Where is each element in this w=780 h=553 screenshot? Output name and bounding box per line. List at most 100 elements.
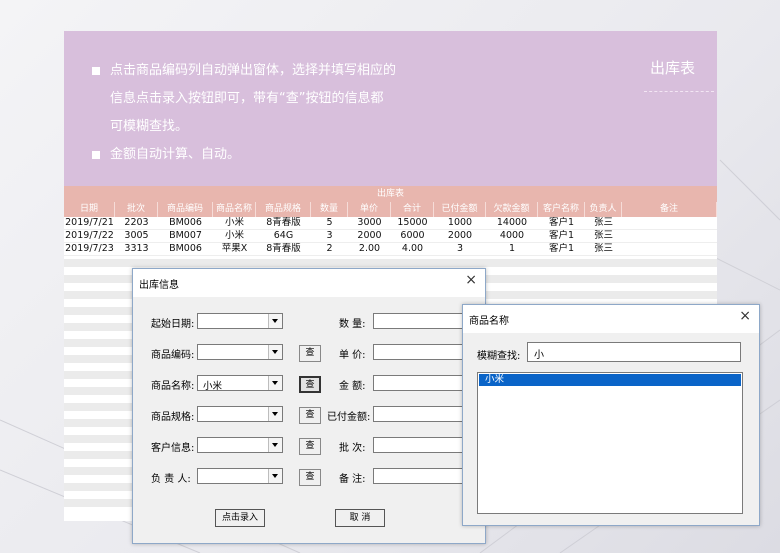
dialog-body: 点击录入 取 消 起始日期: 商品编码: 查商品名称: 小米查商品规格: 查客户信息: 查… [133,297,485,543]
lookup-body: 模糊查找: 小 小米 [463,333,759,525]
table-row[interactable]: 2019/7/22 3005 BM007 小米 64G 3 2000 6000 2000 4000… [64,230,717,243]
list-item-selected[interactable]: 小米 [479,374,741,386]
table-cell[interactable] [622,217,717,229]
table-cell[interactable] [622,230,717,242]
column-header[interactable]: 日期 [64,202,115,217]
table-cell[interactable]: 2203 [115,217,158,229]
chevron-down-icon[interactable] [268,314,282,328]
table-cell[interactable]: 5 [311,217,348,229]
table-cell[interactable]: 4000 [486,230,538,242]
table-cell[interactable]: BM006 [158,243,213,255]
table-cell[interactable] [622,243,717,255]
combo-box[interactable] [197,313,283,329]
column-header[interactable]: 商品名称 [213,202,256,217]
combo-box[interactable] [197,437,283,453]
instruction-line: 信息点击录入按钮即可，带有“查”按钮的信息都 [92,85,422,113]
table-cell[interactable]: BM007 [158,230,213,242]
results-list[interactable]: 小米 [477,372,743,514]
search-button[interactable]: 查 [299,438,321,455]
table-cell[interactable]: 3 [311,230,348,242]
table-body: 2019/7/21 2203 BM006 小米 8青春版 5 3000 15000 1000 14… [64,217,717,256]
table-cell[interactable]: 14000 [486,217,538,229]
table-cell[interactable]: 小米 [213,217,256,229]
table-cell[interactable]: 客户1 [538,230,585,242]
lookup-title: 商品名称 [469,316,509,327]
table-cell[interactable]: 客户1 [538,217,585,229]
chevron-down-icon[interactable] [268,345,282,359]
field-label: 商品规格: [151,412,195,423]
table-cell[interactable]: 小米 [213,230,256,242]
table-cell[interactable]: 3313 [115,243,158,255]
column-header[interactable]: 商品规格 [256,202,311,217]
instruction-text: 点击商品编码列自动弹出窗体，选择并填写相应的 [110,63,397,78]
table-cell[interactable]: 2019/7/22 [64,230,115,242]
instruction-text: 信息点击录入按钮即可，带有“查”按钮的信息都 [110,91,384,106]
table-cell[interactable]: 8青春版 [256,243,311,255]
instruction-text: 金额自动计算、自动。 [110,147,241,162]
column-header[interactable]: 客户名称 [538,202,585,217]
table-cell[interactable]: 1000 [434,217,486,229]
column-header[interactable]: 已付金额 [434,202,486,217]
sheet-title: 出库表 [64,186,717,202]
table-cell[interactable]: 6000 [391,230,434,242]
chevron-down-icon[interactable] [268,469,282,483]
combo-box[interactable] [197,406,283,422]
close-icon[interactable]: × [465,272,477,288]
column-header[interactable]: 批次 [115,202,158,217]
submit-button[interactable]: 点击录入 [215,509,265,527]
table-cell[interactable]: 客户1 [538,243,585,255]
lookup-dialog: 商品名称 × 模糊查找: 小 小米 [462,304,760,526]
search-button[interactable]: 查 [299,376,321,393]
column-header[interactable]: 商品编码 [158,202,213,217]
table-cell[interactable]: 2019/7/23 [64,243,115,255]
combo-box[interactable] [197,344,283,360]
search-button[interactable]: 查 [299,407,321,424]
chevron-down-icon[interactable] [268,376,282,390]
column-header[interactable]: 数量 [311,202,348,217]
search-button[interactable]: 查 [299,469,321,486]
instruction-banner: 点击商品编码列自动弹出窗体，选择并填写相应的 信息点击录入按钮即可，带有“查”按钮… [64,31,717,186]
field-label: 商品编码: [151,350,195,361]
close-icon[interactable]: × [739,308,751,324]
chevron-down-icon[interactable] [268,407,282,421]
table-cell[interactable]: 15000 [391,217,434,229]
table-cell[interactable]: 4.00 [391,243,434,255]
instruction-text: 可模糊查找。 [110,119,189,134]
combo-value: 小米 [203,381,223,392]
table-cell[interactable]: 2000 [434,230,486,242]
table-cell[interactable]: 2.00 [348,243,391,255]
search-input[interactable]: 小 [527,342,741,362]
table-cell[interactable]: 张三 [585,243,622,255]
column-header[interactable]: 备注 [622,202,717,217]
search-button[interactable]: 查 [299,345,321,362]
chevron-down-icon[interactable] [268,438,282,452]
title-underline [644,91,714,92]
lookup-titlebar[interactable]: 商品名称 × [463,305,759,333]
table-cell[interactable]: 苹果X [213,243,256,255]
cancel-button[interactable]: 取 消 [335,509,385,527]
table-cell[interactable]: 张三 [585,230,622,242]
column-header[interactable]: 欠款金额 [486,202,538,217]
combo-box[interactable] [197,468,283,484]
column-header[interactable]: 单价 [348,202,391,217]
table-cell[interactable]: 2000 [348,230,391,242]
table-row[interactable]: 2019/7/23 3313 BM006 苹果X 8青春版 2 2.00 4.00 3 1 客户1 张… [64,243,717,256]
table-cell[interactable]: BM006 [158,217,213,229]
table-cell[interactable]: 1 [486,243,538,255]
field-label: 金 额: [339,381,366,392]
field-label: 批 次: [339,443,366,454]
combo-box[interactable]: 小米 [197,375,283,392]
table-cell[interactable]: 2 [311,243,348,255]
table-cell[interactable]: 3000 [348,217,391,229]
field-label: 起始日期: [151,319,195,330]
table-cell[interactable]: 张三 [585,217,622,229]
column-header[interactable]: 合计 [391,202,434,217]
table-cell[interactable]: 2019/7/21 [64,217,115,229]
table-cell[interactable]: 64G [256,230,311,242]
table-cell[interactable]: 8青春版 [256,217,311,229]
dialog-titlebar[interactable]: 出库信息 × [133,269,485,297]
table-row[interactable]: 2019/7/21 2203 BM006 小米 8青春版 5 3000 15000 1000 14… [64,217,717,230]
table-cell[interactable]: 3005 [115,230,158,242]
table-cell[interactable]: 3 [434,243,486,255]
column-header[interactable]: 负责人 [585,202,622,217]
